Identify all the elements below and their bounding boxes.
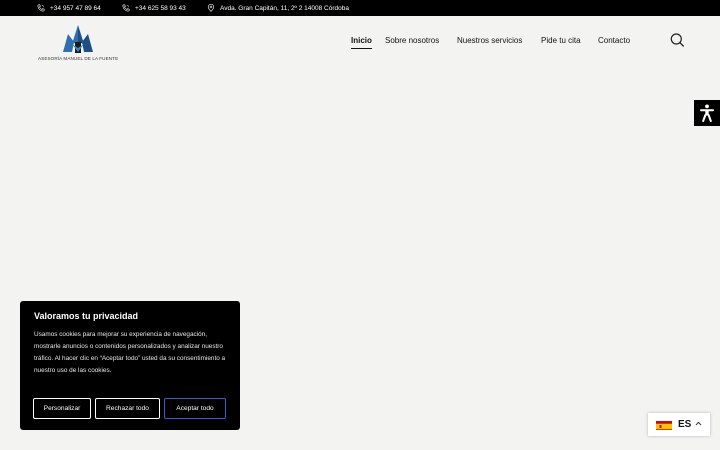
phone-1-item[interactable]: +34 957 47 89 64 [37, 0, 101, 16]
nav-item-sobre-nosotros[interactable]: Sobre nosotros [385, 34, 439, 48]
site-header: ASESORÍA MANUEL DE LA FUENTE Inicio Sobr… [0, 16, 720, 68]
location-pin-icon [207, 4, 215, 12]
phone-icon [37, 4, 45, 12]
cookie-title: Valoramos tu privacidad [34, 311, 139, 321]
accessibility-button[interactable] [694, 100, 720, 126]
language-code: ES [678, 419, 692, 430]
spain-flag-icon [656, 419, 672, 430]
phone-icon [122, 4, 130, 12]
search-button[interactable] [669, 32, 685, 48]
accessibility-icon [700, 104, 714, 122]
nav-item-nuestros-servicios[interactable]: Nuestros servicios [457, 34, 522, 48]
nav-item-pide-tu-cita[interactable]: Pide tu cita [541, 34, 581, 48]
nav-item-contacto[interactable]: Contacto [598, 34, 630, 48]
cookie-consent-panel: Valoramos tu privacidad Usamos cookies p… [20, 301, 240, 430]
address-text: Avda. Gran Capitán, 11, 2º 2 14008 Córdo… [220, 4, 349, 12]
phone-1-text: +34 957 47 89 64 [50, 4, 101, 12]
logo-text: ASESORÍA MANUEL DE LA FUENTE [38, 56, 119, 61]
cookie-description: Usamos cookies para mejorar su experienc… [34, 331, 226, 374]
logo-emblem-icon [63, 25, 93, 53]
address-item[interactable]: Avda. Gran Capitán, 11, 2º 2 14008 Córdo… [207, 0, 349, 16]
accept-all-button[interactable]: Aceptar todo [164, 398, 226, 419]
customize-button[interactable]: Personalizar [33, 398, 91, 419]
reject-all-button[interactable]: Rechazar todo [95, 398, 160, 419]
language-selector[interactable]: ES [648, 413, 710, 436]
top-contact-bar: +34 957 47 89 64 +34 625 58 93 43 Avda. … [0, 0, 720, 16]
phone-2-item[interactable]: +34 625 58 93 43 [122, 0, 186, 16]
nav-item-inicio[interactable]: Inicio [351, 34, 372, 49]
site-logo[interactable]: ASESORÍA MANUEL DE LA FUENTE [38, 22, 118, 66]
search-icon [670, 33, 684, 47]
phone-2-text: +34 625 58 93 43 [135, 4, 186, 12]
chevron-up-icon [695, 421, 702, 426]
